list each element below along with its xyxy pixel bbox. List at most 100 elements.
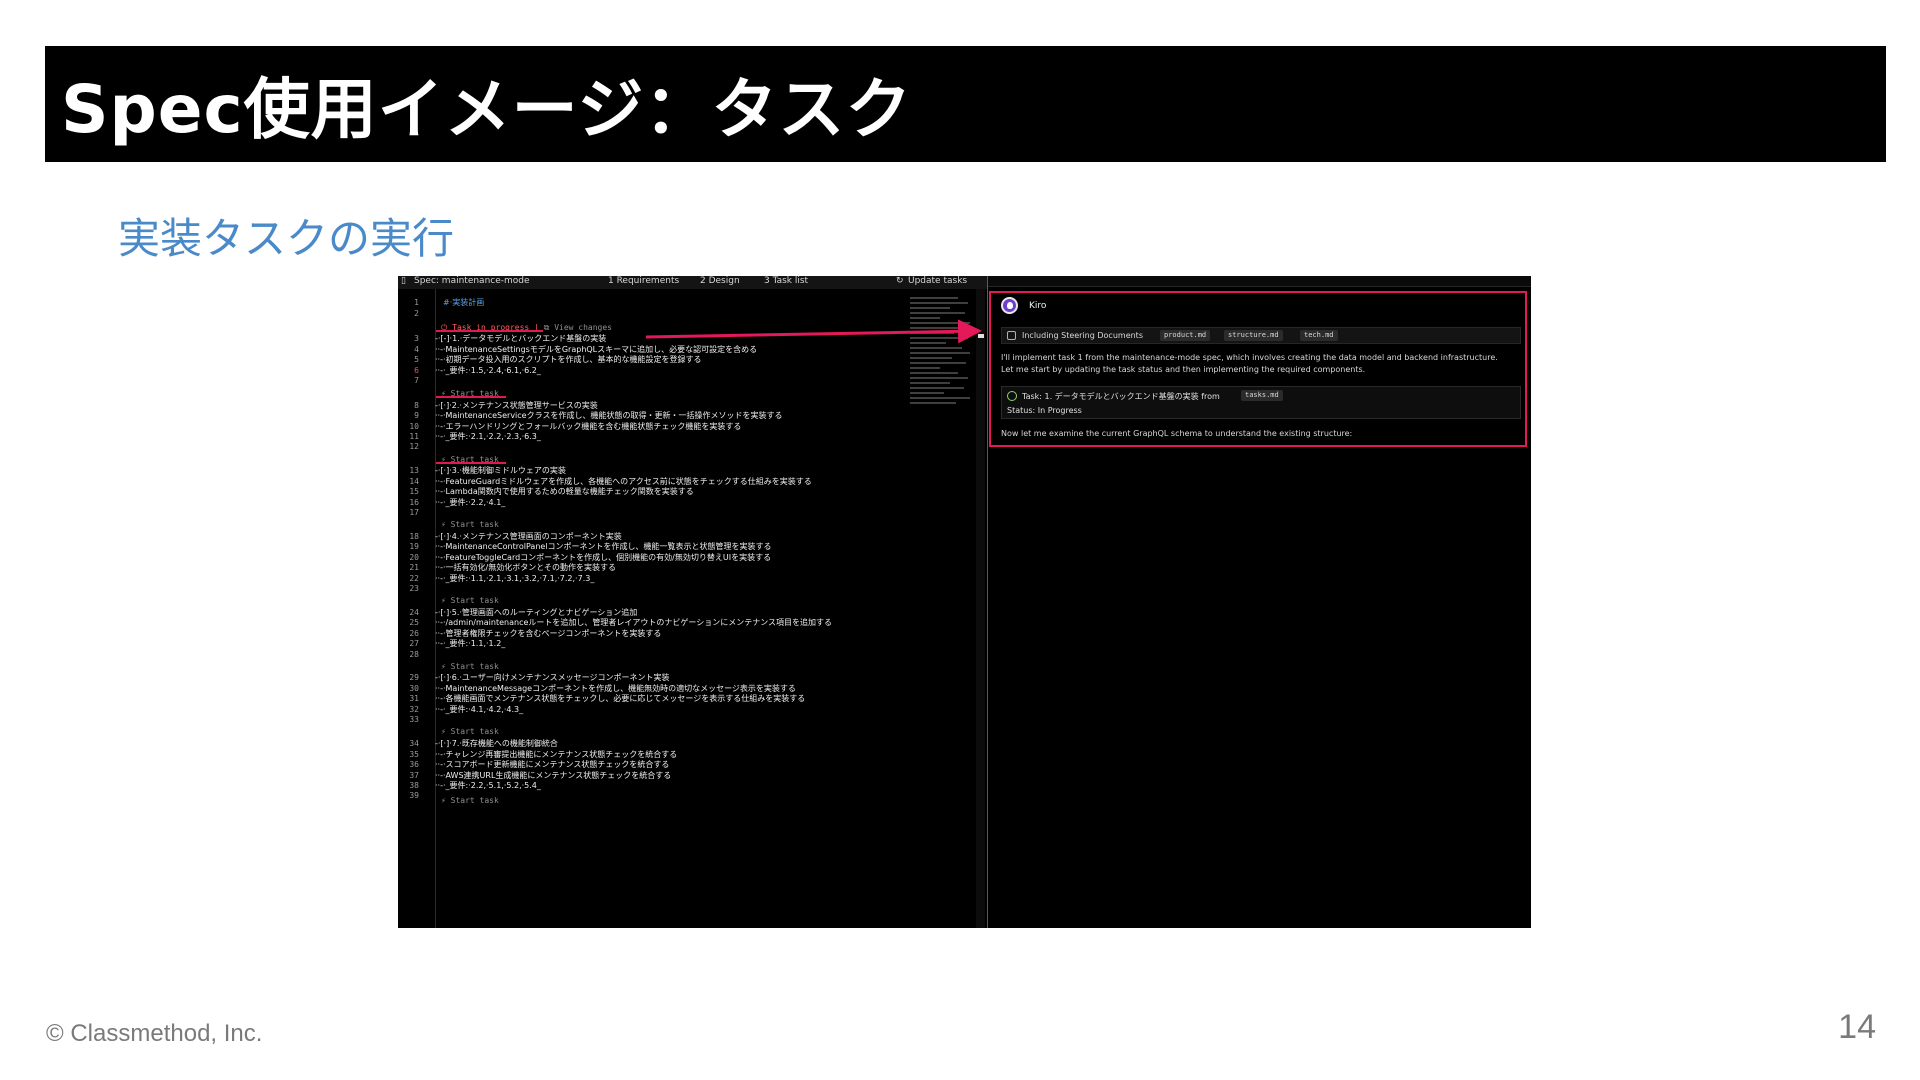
start-task-icon: ⚡	[441, 662, 451, 671]
copyright-text: © Classmethod, Inc.	[46, 1020, 263, 1047]
line-number: 14	[409, 477, 419, 486]
start-task-lens[interactable]: ⚡ Start task	[441, 520, 499, 529]
view-changes-icon: ⧉	[543, 323, 555, 332]
code-line[interactable]: ··-·MaintenanceServiceクラスを作成し、機能状態の取得・更新…	[435, 411, 782, 420]
code-line[interactable]: ··-·各機能画面でメンテナンス状態をチェックし、必要に応じてメッセージを表示す…	[435, 694, 805, 703]
code-line[interactable]: ··-·_要件:·2.2,·4.1_	[435, 498, 505, 507]
kiro-chat-panel: Kiro Including Steering Documents produc…	[988, 276, 1531, 928]
line-number: 11	[409, 432, 419, 441]
start-task-lens[interactable]: ⚡ Start task	[441, 596, 499, 605]
code-line[interactable]: -·[·]·7.·既存機能への機能制御統合	[435, 739, 558, 748]
line-number: 20	[409, 553, 419, 562]
code-line[interactable]: -·[-]·1.·データモデルとバックエンド基盤の実装	[435, 334, 606, 343]
code-line[interactable]: ··-·管理者権限チェックを含むページコンポーネントを実装する	[435, 629, 661, 638]
slide-subtitle: 実装タスクの実行	[118, 214, 455, 263]
steering-documents-row[interactable]: Including Steering Documents product.md …	[1001, 327, 1521, 344]
line-number: 4	[414, 345, 419, 354]
annotation-underline	[436, 396, 506, 398]
code-line[interactable]: ··-·_要件:·1.1,·1.2_	[435, 639, 505, 648]
start-task-lens[interactable]: ⚡ Start task	[441, 662, 499, 671]
annotation-underline	[436, 330, 543, 332]
code-line[interactable]: ··-·チャレンジ再審提出機能にメンテナンス状態チェックを統合する	[435, 750, 677, 759]
scrollbar-thumb[interactable]	[978, 334, 984, 338]
line-number: 29	[409, 673, 419, 682]
code-line[interactable]: ··-·FeatureToggleCardコンポーネントを作成し、個別機能の有効…	[435, 553, 771, 562]
start-task-lens[interactable]: ⚡ Start task	[441, 727, 499, 736]
refresh-icon: ↻	[896, 276, 904, 286]
code-line[interactable]: ··-·Lambda関数内で使用するための軽量な機能チェック関数を実装する	[435, 487, 694, 496]
editor-tab-bar: ▯ Spec: maintenance-mode 1 Requirements …	[398, 276, 987, 289]
ide-screenshot: ▯ Spec: maintenance-mode 1 Requirements …	[398, 276, 1531, 928]
file-icon: ▯	[401, 276, 406, 286]
line-number: 38	[409, 781, 419, 790]
code-line[interactable]: ··-·スコアボード更新機能にメンテナンス状態チェックを統合する	[435, 760, 669, 769]
line-number: 21	[409, 563, 419, 572]
code-line[interactable]: #·実装計画	[443, 298, 484, 307]
line-number: 5	[414, 355, 419, 364]
task-status-card[interactable]: Task: 1. データモデルとバックエンド基盤の実装 from tasks.m…	[1001, 386, 1521, 419]
spec-editor: ▯ Spec: maintenance-mode 1 Requirements …	[398, 276, 987, 928]
line-number: 12	[409, 442, 419, 451]
start-task-icon: ⚡	[441, 596, 451, 605]
task-card-status: Status: In Progress	[1007, 406, 1082, 415]
line-number: 16	[409, 498, 419, 507]
code-line[interactable]: ··-·一括有効化/無効化ボタンとその動作を実装する	[435, 563, 616, 572]
editor-scrollbar[interactable]	[976, 289, 985, 928]
code-line[interactable]: ··-·_要件:·4.1,·4.2,·4.3_	[435, 705, 523, 714]
line-number: 33	[409, 715, 419, 724]
code-line[interactable]: ··-·MaintenanceMessageコンポーネントを作成し、機能無効時の…	[435, 684, 796, 693]
kiro-avatar	[1001, 297, 1018, 314]
steering-chip-product[interactable]: product.md	[1160, 330, 1211, 341]
tab-requirements[interactable]: 1 Requirements	[608, 276, 679, 286]
line-number: 30	[409, 684, 419, 693]
start-task-label: Start task	[450, 662, 499, 671]
code-line[interactable]: -·[·]·6.·ユーザー向けメンテナンスメッセージコンポーネント実装	[435, 673, 669, 682]
tab-design[interactable]: 2 Design	[700, 276, 740, 286]
line-number: 28	[409, 650, 419, 659]
code-line[interactable]: -·[·]·5.·管理画面へのルーティングとナビゲーション追加	[435, 608, 637, 617]
slide-title-bar: Spec使用イメージ：タスク	[45, 46, 1886, 162]
start-task-lens[interactable]: ⚡ Start task	[441, 796, 499, 805]
tab-spec-file[interactable]: Spec: maintenance-mode	[414, 276, 530, 286]
code-line[interactable]: -·[·]·3.·機能制御ミドルウェアの実装	[435, 466, 566, 475]
line-number: 9	[414, 411, 419, 420]
code-line[interactable]: ··-·MaintenanceControlPanelコンポーネントを作成し、機…	[435, 542, 772, 551]
start-task-label: Start task	[450, 596, 499, 605]
line-number: 35	[409, 750, 419, 759]
code-line[interactable]: ··-·MaintenanceSettingsモデルをGraphQLスキーマに追…	[435, 345, 757, 354]
steering-label: Including Steering Documents	[1022, 331, 1143, 340]
line-number: 32	[409, 705, 419, 714]
steering-chip-tech[interactable]: tech.md	[1300, 330, 1338, 341]
line-number: 15	[409, 487, 419, 496]
start-task-icon: ⚡	[441, 727, 451, 736]
task-card-title: Task: 1. データモデルとバックエンド基盤の実装 from	[1022, 392, 1220, 401]
code-line[interactable]: ··-·_要件:·1.5,·2.4,·6.1,·6.2_	[435, 366, 541, 375]
line-number: 6	[414, 366, 419, 375]
code-line[interactable]: ··-·初期データ投入用のスクリプトを作成し、基本的な機能設定を登録する	[435, 355, 702, 364]
line-number: 25	[409, 618, 419, 627]
code-line[interactable]: -·[·]·4.·メンテナンス管理画面のコンポーネント実装	[435, 532, 622, 541]
steering-icon	[1007, 331, 1016, 340]
chat-header-strip	[988, 276, 1531, 287]
tasks-file-chip[interactable]: tasks.md	[1241, 390, 1283, 401]
agent-name: Kiro	[1029, 301, 1047, 311]
steering-chip-structure[interactable]: structure.md	[1224, 330, 1283, 341]
chat-message-line-3: Now let me examine the current GraphQL s…	[1001, 429, 1353, 438]
code-line[interactable]: ··-·FeatureGuardミドルウェアを作成し、各機能へのアクセス前に状態…	[435, 477, 812, 486]
code-line[interactable]: ··-·_要件:·2.2,·5.1,·5.2,·5.4_	[435, 781, 541, 790]
line-number: 1	[414, 298, 419, 307]
code-line[interactable]: ··-·_要件:·2.1,·2.2,·2.3,·6.3_	[435, 432, 541, 441]
annotation-underline	[436, 462, 506, 464]
tab-task-list[interactable]: 3 Task list	[764, 276, 808, 286]
code-line[interactable]: ··-·エラーハンドリングとフォールバック機能を含む機能状態チェック機能を実装す…	[435, 422, 741, 431]
minimap[interactable]	[910, 294, 972, 444]
code-line[interactable]: ··-·AWS連携URL生成機能にメンテナンス状態チェックを統合する	[435, 771, 671, 780]
line-number: 24	[409, 608, 419, 617]
line-number: 26	[409, 629, 419, 638]
code-line[interactable]: ··-·/admin/maintenanceルートを追加し、管理者レイアウトのナ…	[435, 618, 832, 627]
code-line[interactable]: -·[·]·2.·メンテナンス状態管理サービスの実装	[435, 401, 598, 410]
view-changes-link[interactable]: View changes	[554, 323, 612, 332]
code-line[interactable]: ··-·_要件:·1.1,·2.1,·3.1,·3.2,·7.1,·7.2,·7…	[435, 574, 594, 583]
update-tasks-button[interactable]: Update tasks	[908, 276, 967, 286]
highlighted-chat-message: Kiro Including Steering Documents produc…	[989, 291, 1527, 447]
